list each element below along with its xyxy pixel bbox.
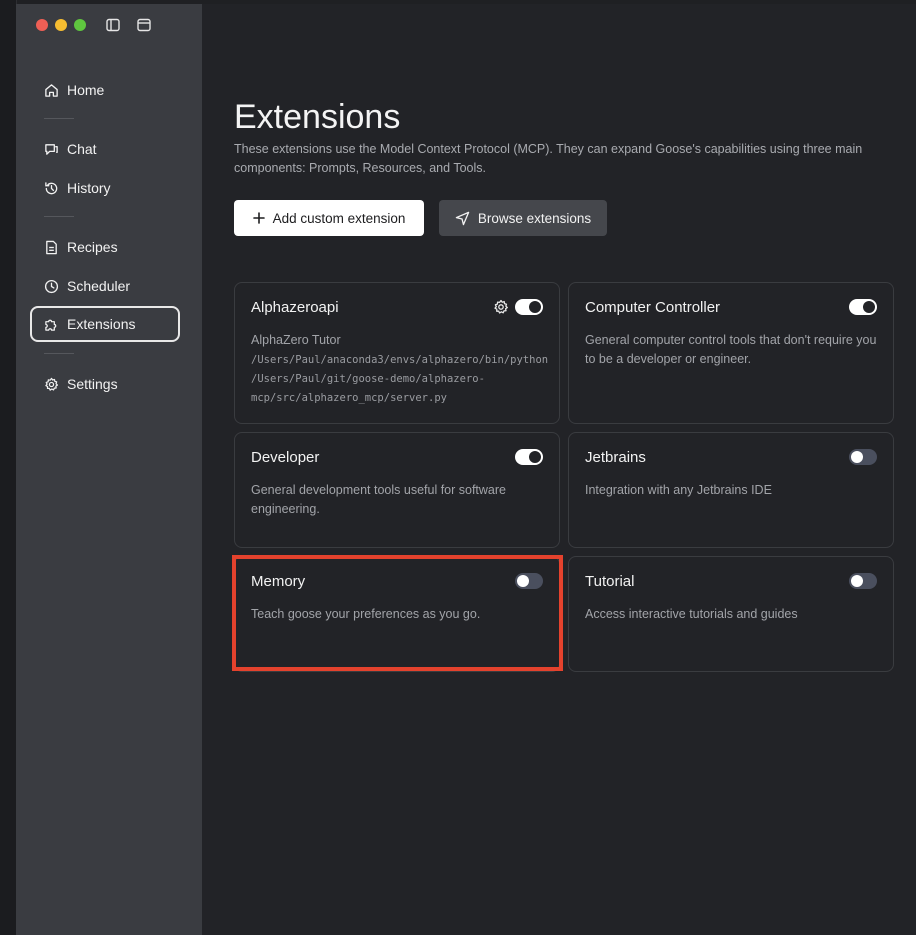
toggle-knob — [851, 575, 863, 587]
page-subtitle: These extensions use the Model Context P… — [234, 142, 863, 175]
extension-name: Memory — [251, 573, 306, 590]
extension-description: General development tools useful for sof… — [251, 483, 506, 516]
extension-toggle[interactable] — [849, 573, 877, 589]
extension-name: Developer — [251, 449, 320, 466]
extension-card-jetbrains[interactable]: Jetbrains Integration with any Jetbrains… — [568, 432, 894, 548]
extension-description: General computer control tools that don'… — [585, 333, 877, 366]
sidebar-item-label: Scheduler — [67, 278, 131, 294]
sidebar-item-label: Home — [67, 82, 105, 98]
toggle-knob — [529, 451, 541, 463]
sidebar-item-history[interactable]: History — [30, 170, 180, 206]
history-icon — [45, 181, 58, 194]
close-window-button[interactable] — [36, 19, 48, 31]
extension-toggle[interactable] — [515, 449, 543, 465]
extension-card-computer-controller[interactable]: Computer Controller General computer con… — [568, 282, 894, 424]
extension-name: Tutorial — [585, 573, 635, 590]
add-custom-extension-button[interactable]: Add custom extension — [234, 200, 424, 236]
new-window-icon[interactable] — [137, 18, 151, 37]
browse-extensions-label: Browse extensions — [477, 210, 592, 226]
toggle-knob — [529, 301, 541, 313]
plus-icon — [252, 212, 265, 224]
maximize-window-button[interactable] — [74, 19, 86, 31]
sidebar-item-chat[interactable]: Chat — [30, 131, 180, 167]
recipe-icon — [46, 240, 57, 254]
sidebar-divider — [44, 118, 74, 119]
extension-name: Computer Controller — [585, 299, 721, 316]
sidebar-item-label: Settings — [67, 376, 118, 392]
add-custom-extension-label: Add custom extension — [272, 210, 406, 226]
sidebar-item-recipes[interactable]: Recipes — [30, 229, 180, 265]
sidebar-item-label: Recipes — [67, 239, 118, 255]
sidebar-item-label: History — [67, 180, 111, 196]
extension-settings-gear-icon[interactable] — [493, 299, 509, 320]
sidebar-item-label: Chat — [67, 141, 97, 157]
toggle-knob — [517, 575, 529, 587]
browse-extensions-button[interactable]: Browse extensions — [439, 200, 607, 236]
extension-description: AlphaZero Tutor — [251, 333, 341, 347]
extension-toggle[interactable] — [515, 573, 543, 589]
main-content: Extensions These extensions use the Mode… — [202, 4, 916, 935]
sidebar-divider — [44, 353, 74, 354]
sidebar-item-extensions[interactable]: Extensions — [30, 306, 180, 342]
extension-toggle[interactable] — [849, 449, 877, 465]
app-window: Home Chat History Recipes Scheduler Exte… — [16, 4, 916, 935]
gear-icon — [45, 377, 59, 391]
extension-card-alphazeroapi[interactable]: Alphazeroapi AlphaZero Tutor /Users/Paul… — [234, 282, 560, 424]
extension-toggle[interactable] — [515, 299, 543, 315]
extension-description: Access interactive tutorials and guides — [585, 607, 798, 621]
sidebar-item-scheduler[interactable]: Scheduler — [30, 268, 180, 304]
extension-description: Integration with any Jetbrains IDE — [585, 483, 772, 497]
page-title: Extensions — [234, 98, 401, 136]
clock-icon — [44, 279, 59, 293]
extension-card-developer[interactable]: Developer General development tools usef… — [234, 432, 560, 548]
extension-toggle[interactable] — [849, 299, 877, 315]
toggle-knob — [851, 451, 863, 463]
sidebar-item-settings[interactable]: Settings — [30, 366, 180, 402]
background-edge — [0, 0, 17, 935]
puzzle-icon — [45, 319, 57, 331]
toggle-knob — [863, 301, 875, 313]
sidebar-divider — [44, 216, 74, 217]
sidebar-item-home[interactable]: Home — [30, 72, 180, 108]
sidebar: Home Chat History Recipes Scheduler Exte… — [16, 4, 202, 935]
minimize-window-button[interactable] — [55, 19, 67, 31]
extension-name: Jetbrains — [585, 449, 646, 466]
extension-command-path: /Users/Paul/anaconda3/envs/alphazero/bin… — [251, 354, 549, 404]
extension-name: Alphazeroapi — [251, 299, 339, 316]
sidebar-item-label: Extensions — [67, 316, 136, 332]
send-icon — [455, 211, 470, 225]
home-icon — [45, 83, 58, 97]
extension-description: Teach goose your preferences as you go. — [251, 607, 481, 621]
extension-card-tutorial[interactable]: Tutorial Access interactive tutorials an… — [568, 556, 894, 672]
sidebar-toggle-icon[interactable] — [106, 18, 120, 37]
chat-icon — [45, 143, 58, 155]
extension-card-memory[interactable]: Memory Teach goose your preferences as y… — [234, 556, 560, 672]
